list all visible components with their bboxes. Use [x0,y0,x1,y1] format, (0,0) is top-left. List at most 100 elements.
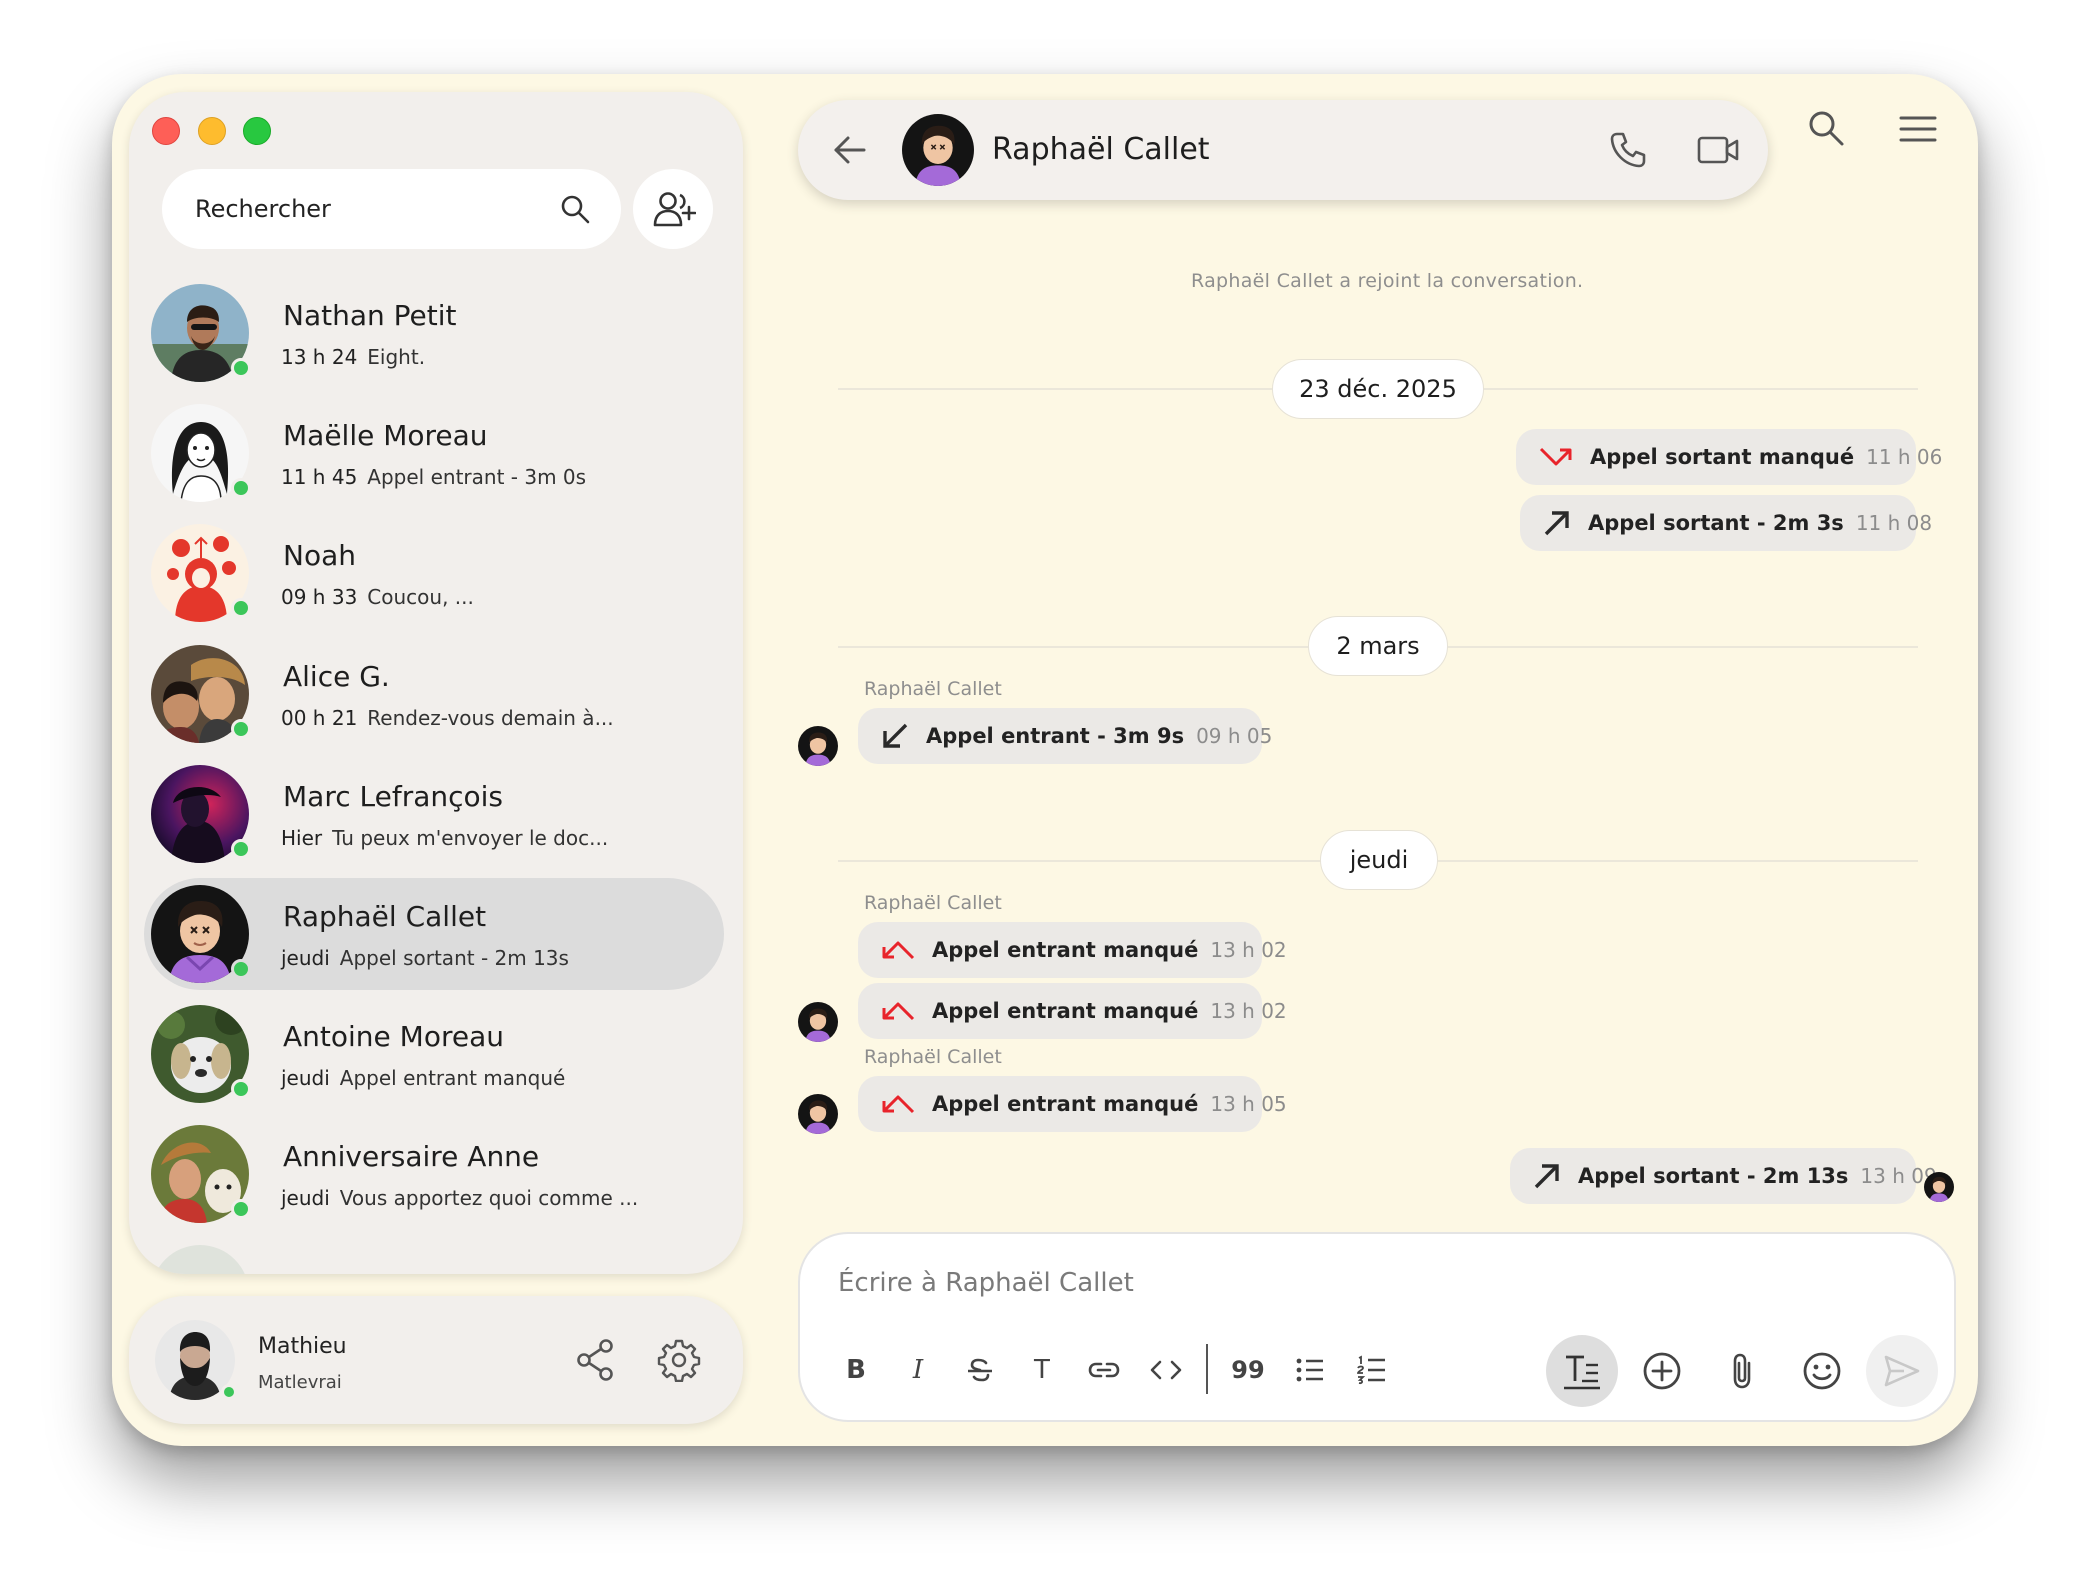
contact-item[interactable] [144,1238,724,1274]
search-box [162,169,621,249]
numbered-list-button[interactable] [1352,1350,1392,1390]
code-button[interactable] [1146,1350,1186,1390]
online-status-icon [231,959,251,979]
settings-gear-icon[interactable] [657,1338,701,1382]
contact-preview: 09 h 33 Coucou, ... [281,585,474,609]
date-separator: 2 mars [1308,616,1448,676]
contact-item[interactable]: Antoine Moreau jeudi Appel entrant manqué [144,998,724,1110]
online-status-icon [231,358,251,378]
missed-call-icon [882,1095,915,1114]
user-name: Mathieu [258,1334,347,1359]
avatar [151,1245,249,1274]
contact-preview: jeudi Appel sortant - 2m 13s [281,946,569,970]
phone-call-icon[interactable] [1608,130,1648,170]
user-handle: Matlevrai [258,1372,342,1393]
call-message[interactable]: Appel sortant - 2m 3s 11 h 08 [1520,495,1932,551]
call-message[interactable]: Appel sortant manqué 11 h 06 [1516,429,1942,485]
message-composer: Écrire à Raphaël Callet B I T 99 [798,1232,1956,1422]
italic-button[interactable]: I [898,1350,938,1390]
add-button[interactable] [1626,1335,1698,1407]
read-receipt-avatar [1924,1172,1954,1202]
code-icon [1150,1360,1182,1380]
contact-name: Nathan Petit [283,299,457,332]
call-message[interactable]: Appel sortant - 2m 13s 13 h 09 [1510,1148,1937,1204]
call-message[interactable]: Appel entrant - 3m 9s 09 h 05 [858,708,1272,764]
contact-item[interactable]: Marc Lefrançois Hier Tu peux m'envoyer le… [144,758,724,870]
contact-preview: 11 h 45 Appel entrant - 3m 0s [281,465,587,489]
sender-avatar [798,1002,838,1042]
numbered-list-icon [1357,1355,1385,1385]
sender-name: Raphaël Callet [864,678,1002,700]
contact-name: Raphaël Callet [283,900,487,933]
emoji-button[interactable] [1786,1335,1858,1407]
minimize-window-button[interactable] [198,117,226,145]
outgoing-call-icon [1534,1164,1559,1189]
contact-item[interactable]: Maëlle Moreau 11 h 45 Appel entrant - 3m … [144,397,724,509]
sender-avatar [798,726,838,766]
contact-preview: Hier Tu peux m'envoyer le doc... [281,826,609,850]
contact-name: Alice G. [283,660,390,693]
chat-contact-avatar[interactable] [902,114,974,186]
heading-button[interactable]: T [1022,1350,1062,1390]
add-user-icon [653,192,696,227]
text-format-icon [1564,1355,1600,1390]
text-formatting-toggle[interactable] [1546,1335,1618,1407]
bold-button[interactable]: B [836,1350,876,1390]
bullet-list-button[interactable] [1290,1350,1330,1390]
contact-preview: jeudi Appel entrant manqué [281,1066,566,1090]
contact-item[interactable]: Noah 09 h 33 Coucou, ... [144,517,724,629]
search-messages-icon[interactable] [1806,108,1846,148]
attach-button[interactable] [1706,1335,1778,1407]
share-icon[interactable] [575,1338,615,1382]
link-button[interactable] [1084,1350,1124,1390]
hamburger-menu-icon[interactable] [1898,114,1938,144]
sidebar: Nathan Petit 13 h 24Eight. [129,92,743,1274]
missed-call-icon [1539,447,1572,466]
contact-item[interactable]: Nathan Petit 13 h 24 Eight. [144,277,724,389]
plus-circle-icon [1643,1352,1681,1390]
online-status-icon [231,478,251,498]
user-profile-card: Mathieu Matlevrai [129,1296,743,1424]
search-input[interactable] [162,169,621,249]
contact-item[interactable]: Alice G. 00 h 21 Rendez-vous demain à... [144,638,724,750]
strikethrough-button[interactable] [960,1350,1000,1390]
sender-name: Raphaël Callet [864,1046,1002,1068]
contact-preview: 00 h 21 Rendez-vous demain à... [281,706,614,730]
contact-name: Antoine Moreau [283,1020,504,1053]
toolbar-divider [1206,1344,1208,1394]
missed-call-icon [882,941,915,960]
contact-preview: 13 h 24 Eight. [281,345,426,369]
online-status-icon [231,839,251,859]
chat-header: Raphaël Callet [798,100,1768,200]
call-message[interactable]: Appel entrant manqué 13 h 05 [858,1076,1287,1132]
system-message: Raphaël Callet a rejoint la conversation… [1191,270,1584,292]
paperclip-icon [1733,1353,1751,1389]
message-input[interactable]: Écrire à Raphaël Callet [838,1268,1134,1298]
online-status-icon [221,1384,237,1400]
chat-title: Raphaël Callet [992,132,1210,167]
call-message[interactable]: Appel entrant manqué 13 h 02 [858,983,1287,1039]
sender-name: Raphaël Callet [864,892,1002,914]
contact-name: Anniversaire Anne [283,1140,540,1173]
contact-preview: jeudi Vous apportez quoi comme ... [281,1186,639,1210]
incoming-call-icon [883,723,908,748]
call-message[interactable]: Appel entrant manqué 13 h 02 [858,922,1287,978]
contact-item[interactable]: Anniversaire Anne jeudi Vous apportez quo… [144,1118,724,1230]
contact-name: Noah [283,539,356,572]
zoom-window-button[interactable] [243,117,271,145]
online-status-icon [231,719,251,739]
add-contact-button[interactable] [633,169,713,249]
strikethrough-icon [968,1358,992,1382]
search-icon[interactable] [559,193,591,225]
app-window: Nathan Petit 13 h 24Eight. [112,74,1978,1446]
video-call-icon[interactable] [1696,130,1740,170]
outgoing-call-icon [1544,511,1569,536]
send-button[interactable] [1866,1335,1938,1407]
contact-name: Marc Lefrançois [283,780,504,813]
link-icon [1088,1362,1120,1378]
back-arrow-icon[interactable] [832,132,868,168]
quote-button[interactable]: 99 [1228,1350,1268,1390]
online-status-icon [231,598,251,618]
close-window-button[interactable] [152,117,180,145]
contact-item-active[interactable]: Raphaël Callet jeudi Appel sortant - 2m 1… [144,878,724,990]
